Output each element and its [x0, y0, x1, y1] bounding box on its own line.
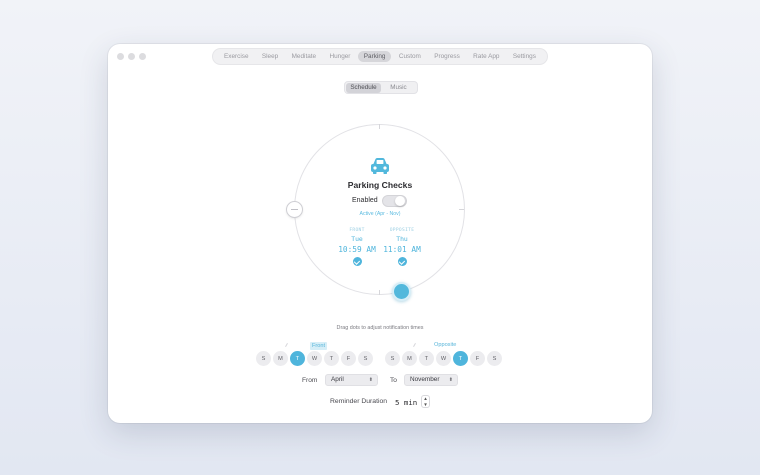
nav-tab-hunger[interactable]: Hunger [323, 51, 356, 62]
segment-schedule[interactable]: Schedule [346, 82, 381, 93]
updown-chevron-icon: ⬍ [368, 377, 373, 383]
front-time-value: 10:59 AM [338, 245, 376, 254]
opposite-time-value: 11:01 AM [383, 245, 421, 254]
view-segmented-control: Schedule Music [344, 81, 418, 94]
front-day-fri[interactable]: F [341, 351, 356, 366]
front-day-tue[interactable]: T [290, 351, 305, 366]
segment-music[interactable]: Music [381, 83, 416, 93]
nav-tab-meditate[interactable]: Meditate [286, 51, 323, 62]
nav-tab-sleep[interactable]: Sleep [256, 51, 284, 62]
nav-tab-settings[interactable]: Settings [507, 51, 542, 62]
close-window-button[interactable] [117, 53, 124, 60]
front-day-mon[interactable]: M [273, 351, 288, 366]
opposite-day-sun[interactable]: S [385, 351, 400, 366]
active-range-text: Active (Apr - Nov) [359, 211, 401, 217]
front-time-handle[interactable] [286, 201, 303, 218]
drag-hint: Drag dots to adjust notification times [336, 325, 424, 331]
opposite-day-tue[interactable]: T [419, 351, 434, 366]
main-nav: Exercise Sleep Meditate Hunger Parking C… [212, 48, 548, 65]
from-month-value: April [331, 376, 344, 383]
schedule-dial [294, 124, 465, 295]
nav-tab-exercise[interactable]: Exercise [218, 51, 255, 62]
front-check-icon [352, 257, 362, 266]
car-icon [371, 158, 389, 174]
front-day-sun[interactable]: S [256, 351, 271, 366]
front-days-label: Front [310, 342, 328, 350]
opposite-day-thu[interactable]: T [453, 351, 468, 366]
dial-tick-right [459, 209, 464, 210]
front-day-sat[interactable]: S [358, 351, 373, 366]
minimize-window-button[interactable] [128, 53, 135, 60]
from-label: From [302, 377, 318, 384]
opposite-day-fri[interactable]: F [470, 351, 485, 366]
enabled-label: Enabled [352, 197, 378, 204]
opposite-time-handle[interactable] [392, 282, 411, 301]
dial-tick-top [379, 124, 380, 129]
front-day-thu[interactable]: T [324, 351, 339, 366]
opposite-day-mon[interactable]: M [402, 351, 417, 366]
front-day-picker: S M T W T F S [256, 351, 373, 366]
opposite-day-picker: S M T W T F S [385, 351, 502, 366]
reminder-duration-label: Reminder Duration [330, 398, 388, 405]
opposite-time-label: OPPOSITE [389, 228, 415, 233]
opposite-day-wed[interactable]: W [436, 351, 451, 366]
front-time-block: FRONT Tue 10:59 AM [334, 228, 380, 266]
front-header-tick [285, 343, 288, 347]
to-month-select[interactable]: November ⬍ [404, 374, 458, 386]
duration-stepper[interactable]: ▲ ▼ [421, 395, 430, 408]
reminder-duration-value: 5 min [395, 398, 418, 407]
front-time-label: FRONT [349, 228, 365, 233]
window-controls [117, 53, 146, 60]
dial-tick-bottom [379, 290, 380, 295]
front-day-wed[interactable]: W [307, 351, 322, 366]
opposite-header-tick [413, 343, 416, 347]
nav-tab-rate-app[interactable]: Rate App [467, 51, 505, 62]
card-title: Parking Checks [347, 180, 413, 190]
nav-tab-parking[interactable]: Parking [357, 51, 392, 62]
opposite-days-label: Opposite [434, 342, 457, 348]
opposite-day-sat[interactable]: S [487, 351, 502, 366]
zoom-window-button[interactable] [139, 53, 146, 60]
opposite-check-icon [397, 257, 407, 266]
to-label: To [390, 377, 397, 384]
nav-tab-custom[interactable]: Custom [393, 51, 427, 62]
updown-chevron-icon: ⬍ [448, 377, 453, 383]
to-month-value: November [410, 376, 440, 383]
front-time-day: Tue [351, 235, 363, 243]
opposite-time-block: OPPOSITE Thu 11:01 AM [379, 228, 425, 266]
nav-tab-progress[interactable]: Progress [428, 51, 466, 62]
app-window: Exercise Sleep Meditate Hunger Parking C… [108, 44, 652, 423]
from-month-select[interactable]: April ⬍ [325, 374, 378, 386]
opposite-time-day: Thu [396, 235, 408, 243]
enabled-toggle[interactable] [382, 195, 407, 207]
